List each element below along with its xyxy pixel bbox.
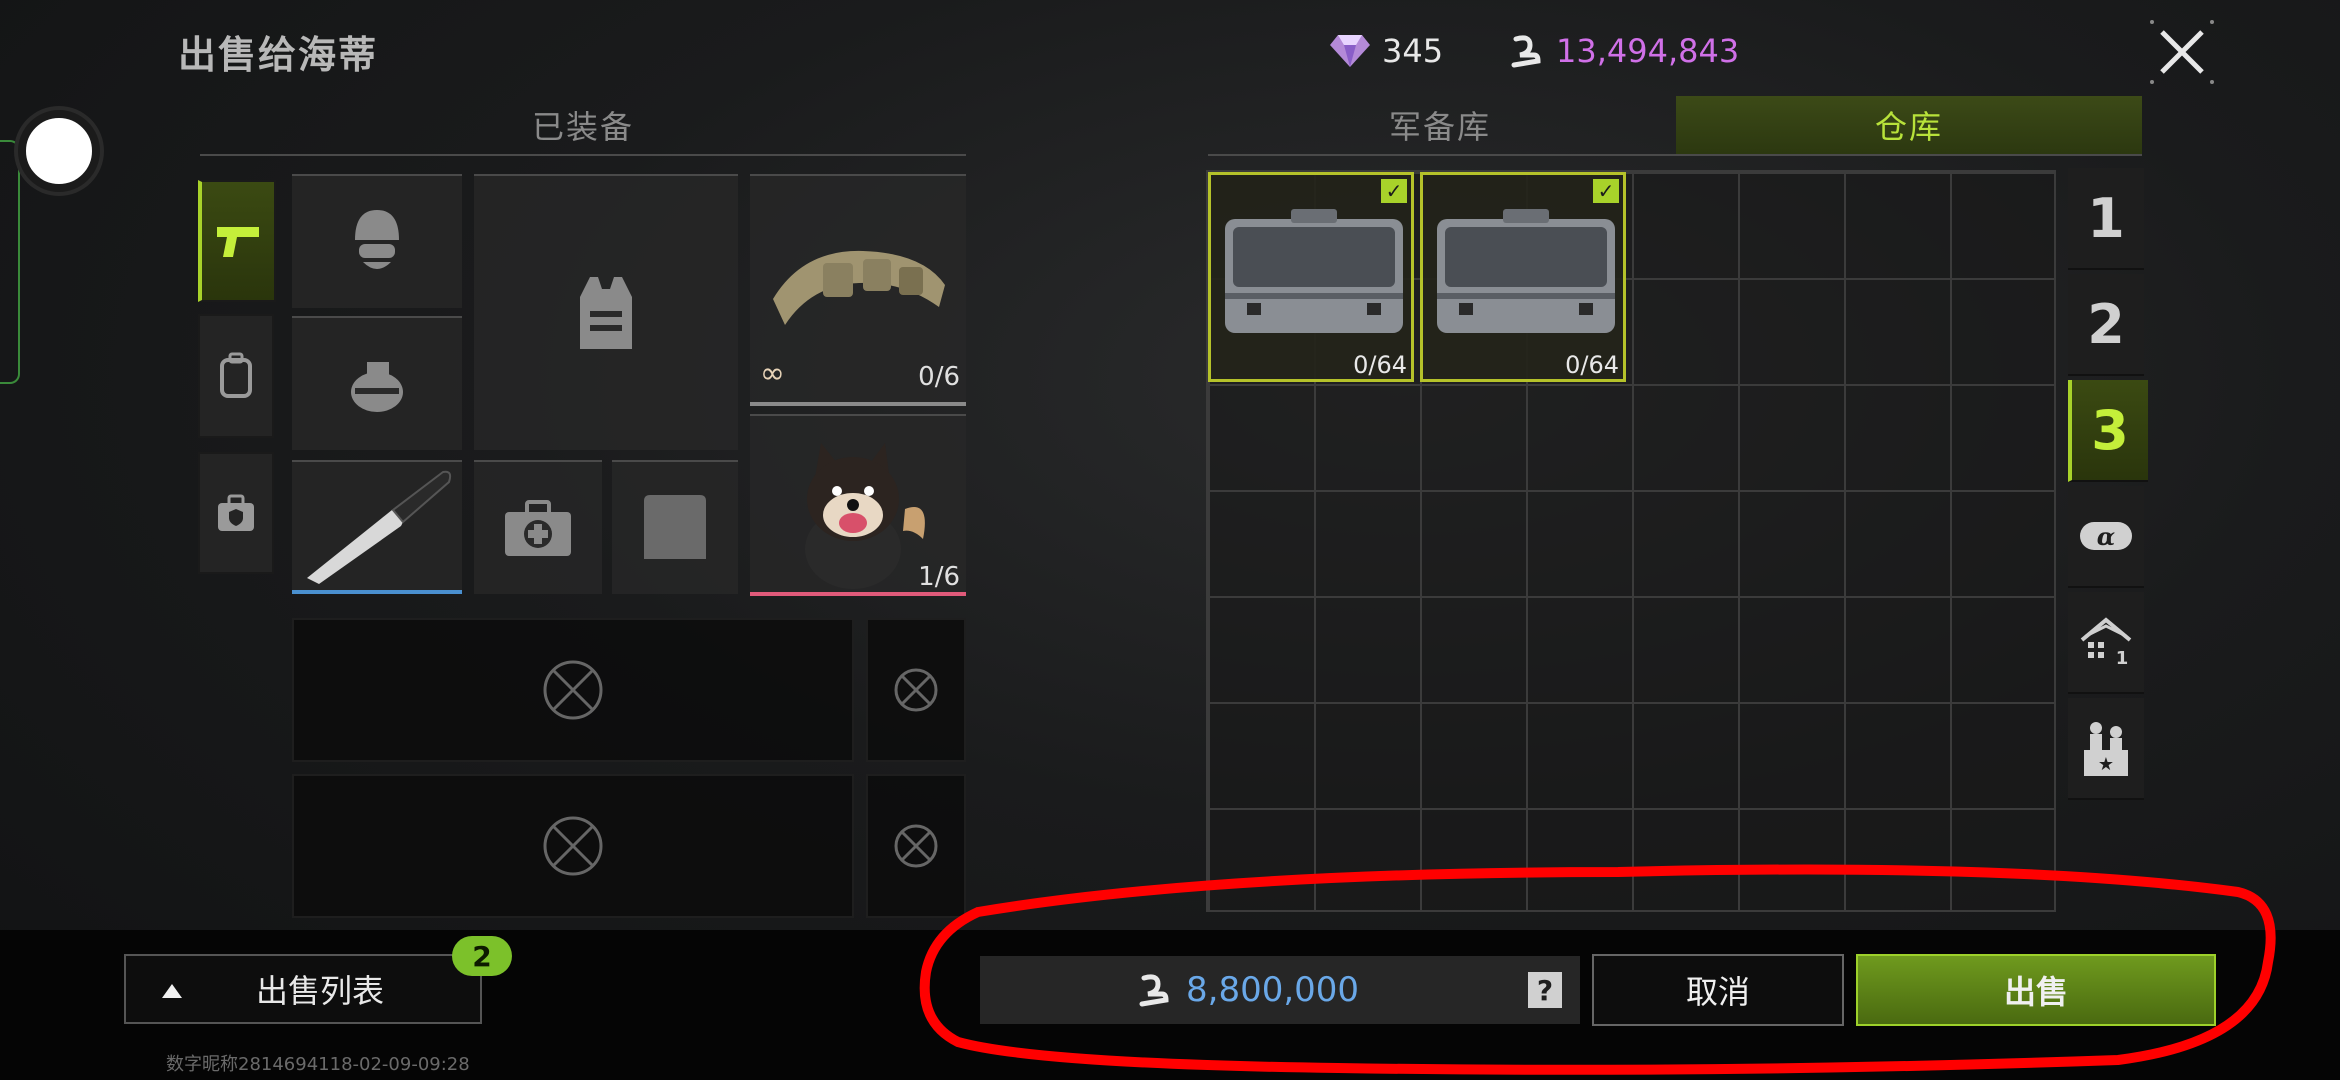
cancel-button[interactable]: 取消: [1592, 954, 1844, 1026]
grenade-slot[interactable]: [292, 316, 462, 450]
alpha-icon: α: [2080, 522, 2132, 551]
side-drawer-handle[interactable]: [0, 140, 20, 384]
primary-attachment-slot[interactable]: [866, 618, 966, 762]
sell-button[interactable]: 出售: [1856, 954, 2216, 1026]
tab-warehouse[interactable]: 仓库: [1676, 96, 2142, 154]
armor-plate-slot[interactable]: [612, 460, 738, 594]
empty-slot-icon: [543, 816, 603, 876]
sell-list-button[interactable]: 出售列表: [124, 954, 482, 1024]
sell-list-label: 出售列表: [256, 972, 385, 1010]
pistol-icon: [217, 227, 259, 257]
watermark-text: 数字昵称2814694118-02-09-09:28: [166, 1054, 470, 1075]
svg-text:α: α: [2097, 522, 2115, 551]
empty-slot-icon: [894, 824, 938, 868]
side-tab-pistol[interactable]: [198, 180, 276, 302]
total-price-display: 8,800,000 ?: [980, 956, 1580, 1024]
storage-tab-alpha[interactable]: α: [2068, 486, 2144, 588]
storage-item-case[interactable]: ✓ 0/64: [1420, 172, 1626, 382]
storage-tab-house[interactable]: 1: [2068, 592, 2144, 694]
item-count: 0/64: [1565, 351, 1619, 379]
vest-icon: [580, 277, 632, 349]
page-title: 出售给海蒂: [178, 33, 379, 77]
coin-count: 13,494,843: [1556, 32, 1740, 70]
grenade-icon: [351, 362, 403, 412]
tactical-belt-icon: [773, 250, 945, 325]
close-button[interactable]: [2148, 18, 2216, 86]
storage-page-2[interactable]: 2: [2068, 274, 2144, 376]
backpack-icon: [220, 352, 252, 398]
helmet-slot[interactable]: [292, 174, 462, 308]
secondary-weapon-slot[interactable]: [292, 774, 854, 918]
empty-slot-icon: [894, 668, 938, 712]
coin-icon: [1139, 974, 1169, 1007]
sell-list-count-badge: 2: [452, 936, 512, 976]
melee-slot[interactable]: [292, 460, 462, 594]
triangle-up-icon: [160, 970, 186, 1008]
help-icon[interactable]: ?: [1528, 972, 1562, 1008]
tab-equipped[interactable]: 已装备: [200, 96, 966, 154]
medkit-icon: [505, 500, 571, 556]
svg-text:1: 1: [2116, 648, 2129, 669]
item-count: 0/64: [1353, 351, 1407, 379]
coin-balance: 13,494,843: [1508, 32, 1739, 70]
side-tab-backpack[interactable]: [198, 314, 274, 438]
helmet-icon: [355, 210, 399, 269]
close-icon: [2150, 20, 2214, 84]
pet-slot[interactable]: 1/6: [750, 414, 966, 596]
belt-count: 0/6: [918, 362, 960, 392]
armor-slot[interactable]: [474, 174, 738, 450]
briefcase-icon: [1437, 209, 1615, 333]
belt-slot[interactable]: ∞ 0/6: [750, 174, 966, 406]
diamond-icon: [1330, 35, 1370, 67]
secondary-attachment-slot[interactable]: [866, 774, 966, 918]
diamond-balance: 345: [1330, 32, 1443, 70]
shield-bag-icon: [218, 494, 254, 531]
divider: [1208, 154, 2142, 156]
briefcase-icon: [1225, 209, 1403, 333]
house-icon: 1: [2080, 617, 2132, 669]
infinity-mark: ∞: [760, 356, 785, 391]
storage-tab-vendor[interactable]: ★: [2068, 698, 2144, 800]
checkmark-icon: ✓: [1381, 179, 1407, 203]
storage-page-1[interactable]: 1: [2068, 168, 2144, 270]
pet-count: 1/6: [918, 562, 960, 592]
storage-item-case[interactable]: ✓ 0/64: [1208, 172, 1414, 382]
storage-page-3[interactable]: 3: [2068, 380, 2148, 482]
divider: [200, 154, 966, 156]
empty-slot-icon: [543, 660, 603, 720]
avatar[interactable]: [18, 110, 100, 192]
vendor-icon: ★: [2084, 722, 2128, 776]
diamond-count: 345: [1382, 32, 1444, 70]
total-price: 8,800,000: [1186, 970, 1360, 1010]
armor-plate-icon: [644, 495, 706, 559]
primary-weapon-slot[interactable]: [292, 618, 854, 762]
side-tab-secure-case[interactable]: [198, 452, 274, 574]
medkit-slot[interactable]: [474, 460, 602, 594]
svg-text:★: ★: [2098, 754, 2114, 775]
checkmark-icon: ✓: [1593, 179, 1619, 203]
knife-icon: [307, 470, 452, 584]
tab-armory[interactable]: 军备库: [1208, 96, 1672, 154]
coin-icon: [1511, 35, 1541, 68]
